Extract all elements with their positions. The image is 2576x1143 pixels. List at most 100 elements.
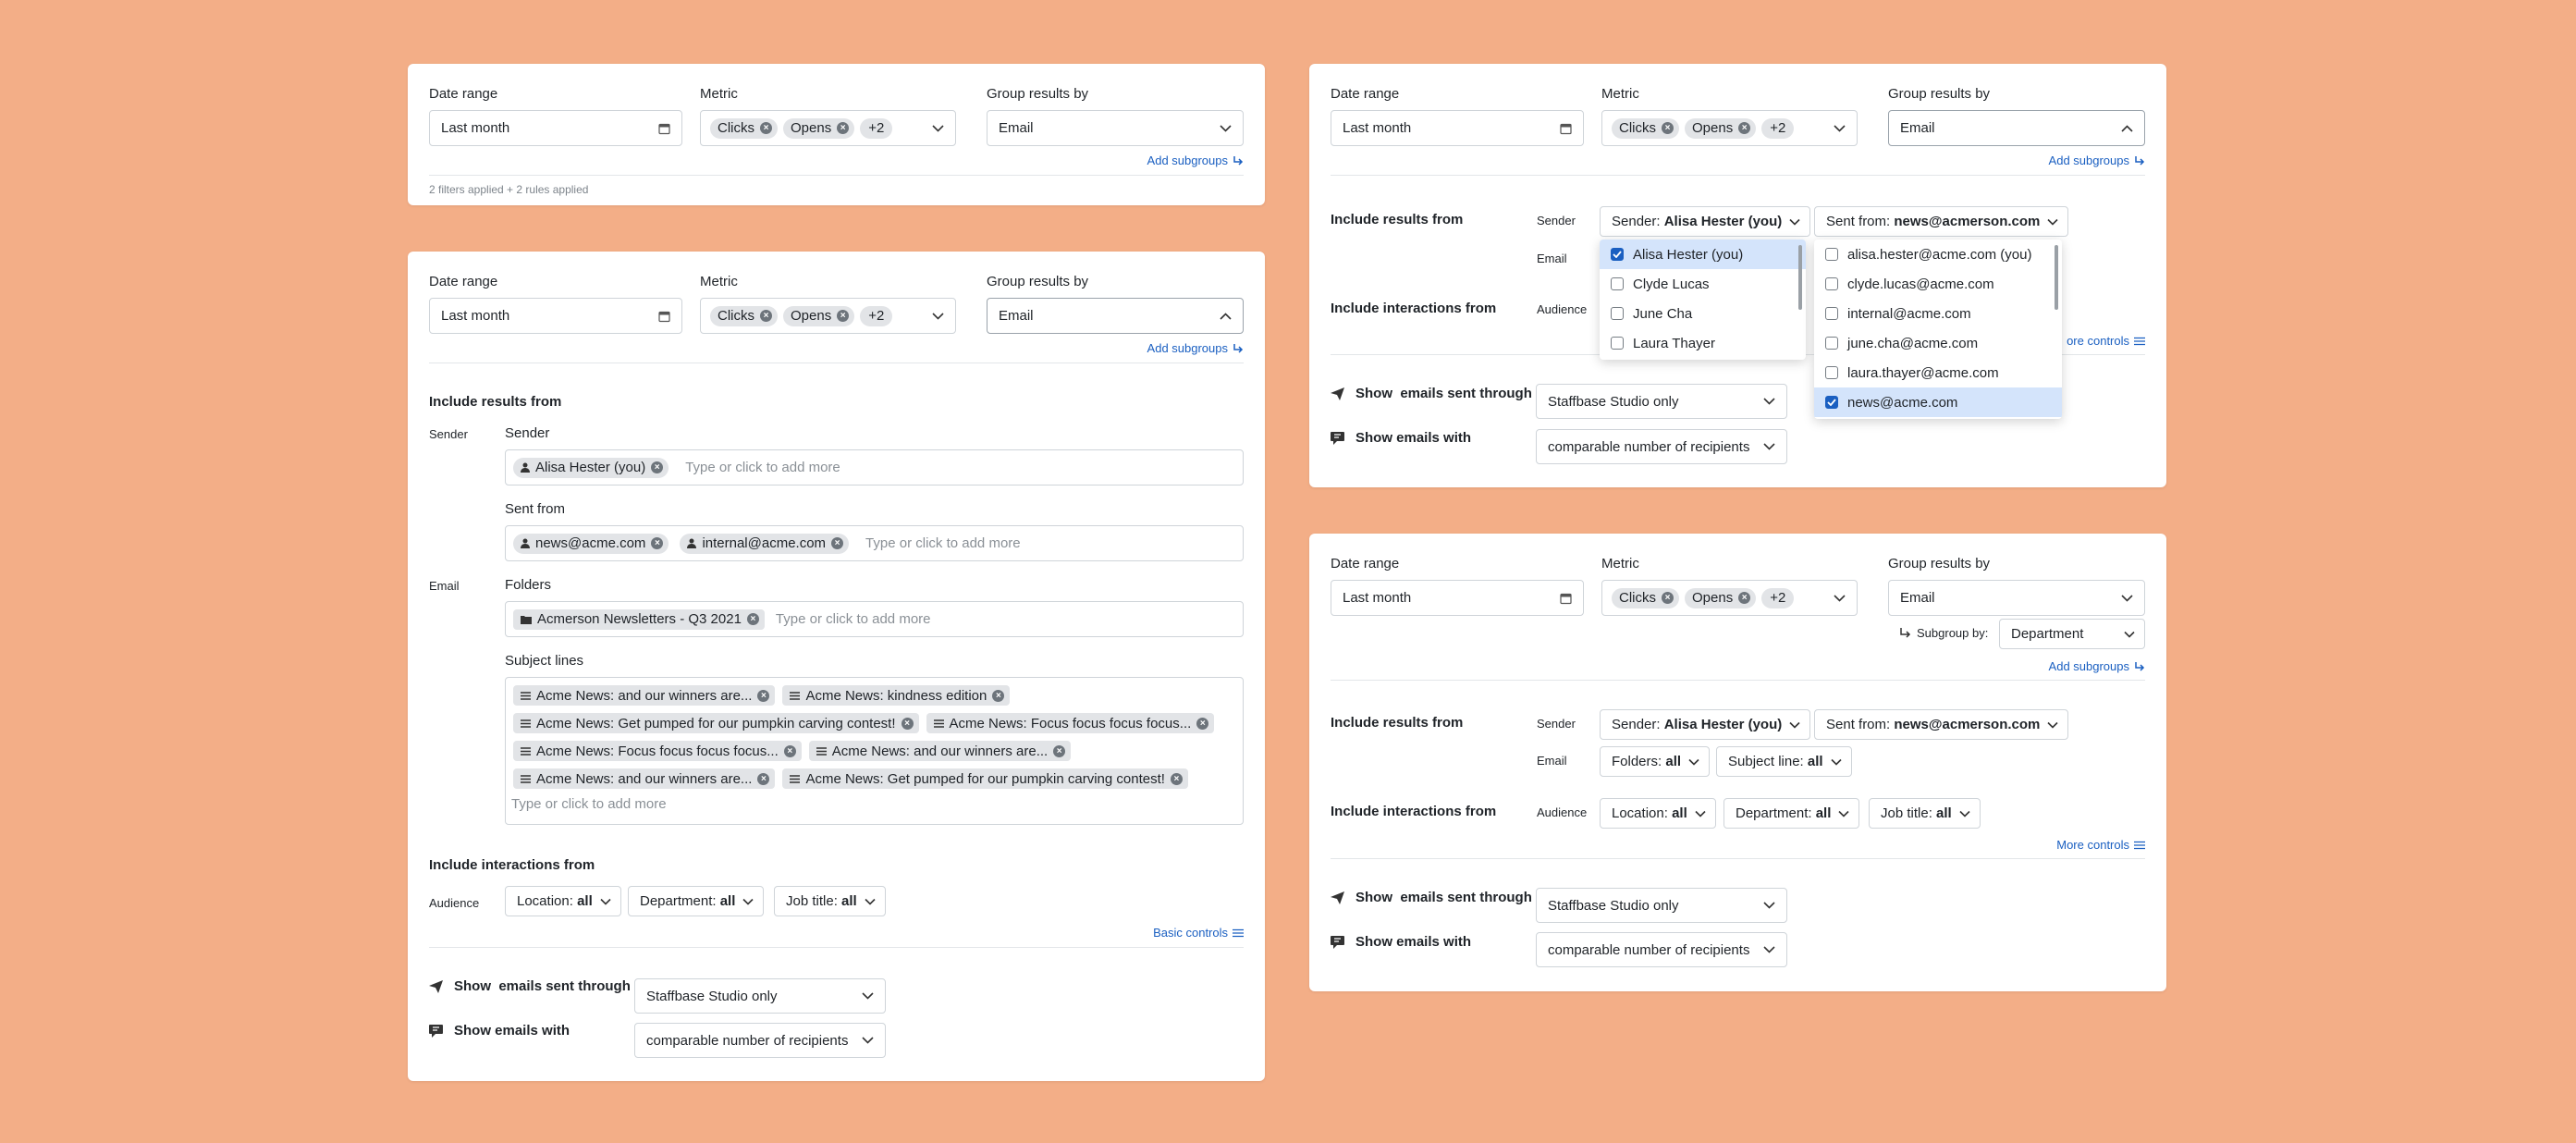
metric-more-badge[interactable]: +2	[860, 305, 893, 326]
remove-icon[interactable]: ×	[783, 744, 796, 757]
sent-from-option[interactable]: news@acme.com	[1814, 387, 2062, 417]
metric-chip[interactable]: Clicks ×	[1612, 587, 1679, 608]
location-filter[interactable]: Location: all	[1600, 798, 1716, 829]
remove-icon[interactable]: ×	[837, 310, 850, 322]
subgroup-icon	[2135, 661, 2145, 671]
metric-select[interactable]: Clicks × Opens × +2	[700, 298, 956, 334]
add-subgroups-link[interactable]: Add subgroups	[1147, 341, 1244, 355]
remove-icon[interactable]: ×	[746, 613, 759, 625]
remove-icon[interactable]: ×	[757, 689, 770, 702]
metric-select[interactable]: Clicks × Opens × +2	[700, 110, 956, 146]
sent-from-chip[interactable]: internal@acme.com ×	[680, 533, 850, 554]
job-title-filter[interactable]: Job title: all	[774, 886, 886, 916]
sent-from-filter[interactable]: Sent from: news@acmerson.com	[1814, 709, 2069, 740]
group-by-select[interactable]: Email	[1888, 580, 2145, 616]
remove-icon[interactable]: ×	[1170, 772, 1183, 785]
remove-icon[interactable]: ×	[1662, 122, 1674, 134]
emails-with-select[interactable]: comparable number of recipients	[1536, 932, 1787, 967]
send-tool-select[interactable]: Staffbase Studio only	[1536, 384, 1787, 419]
basic-controls-link[interactable]: Basic controls	[1153, 926, 1244, 940]
metric-chip[interactable]: Opens ×	[1685, 117, 1757, 139]
remove-icon[interactable]: ×	[651, 461, 664, 473]
subgroup-select[interactable]: Department	[1999, 619, 2145, 649]
subject-chip[interactable]: Acme News: and our winners are... ×	[513, 768, 776, 789]
sent-from-option[interactable]: internal@acme.com	[1814, 299, 2062, 328]
remove-icon[interactable]: ×	[992, 689, 1005, 702]
subject-chip[interactable]: Acme News: and our winners are... ×	[513, 685, 776, 706]
add-subgroups-link[interactable]: Add subgroups	[1147, 154, 1244, 167]
department-filter[interactable]: Department: all	[1723, 798, 1860, 829]
remove-icon[interactable]: ×	[760, 122, 772, 134]
more-controls-link[interactable]: More controls	[2056, 838, 2145, 852]
subject-chip[interactable]: Acme News: and our winners are... ×	[808, 741, 1072, 761]
metric-more-badge[interactable]: +2	[1761, 587, 1795, 608]
remove-icon[interactable]: ×	[651, 537, 664, 549]
subject-chip[interactable]: Acme News: kindness edition ×	[782, 685, 1011, 706]
send-tool-select[interactable]: Staffbase Studio only	[634, 978, 886, 1014]
date-range-input[interactable]: Last month	[1331, 110, 1584, 146]
subject-lines-tag-input[interactable]: Acme News: and our winners are... × Acme …	[505, 677, 1244, 825]
sender-option[interactable]: Clyde Lucas	[1600, 269, 1806, 299]
sender-filter[interactable]: Sender: Alisa Hester (you)	[1600, 206, 1811, 237]
remove-icon[interactable]: ×	[1738, 122, 1751, 134]
remove-icon[interactable]: ×	[831, 537, 844, 549]
sent-from-option[interactable]: alisa.hester@acme.com (you)	[1814, 240, 2062, 269]
add-subgroups-link[interactable]: Add subgroups	[2049, 659, 2145, 673]
sender-option[interactable]: Alisa Hester (you)	[1600, 240, 1806, 269]
folders-filter[interactable]: Folders: all	[1600, 746, 1711, 777]
sent-from-filter[interactable]: Sent from: news@acmerson.com	[1814, 206, 2069, 237]
date-range-input[interactable]: Last month	[429, 298, 682, 334]
subject-chip[interactable]: Acme News: Focus focus focus focus... ×	[513, 741, 802, 761]
sent-from-chip[interactable]: news@acme.com ×	[513, 533, 669, 554]
subject-line-filter[interactable]: Subject line: all	[1716, 746, 1852, 777]
metric-more-badge[interactable]: +2	[1761, 117, 1795, 139]
remove-icon[interactable]: ×	[901, 717, 914, 730]
send-tool-select[interactable]: Staffbase Studio only	[1536, 888, 1787, 923]
remove-icon[interactable]: ×	[1662, 592, 1674, 604]
more-controls-link[interactable]: ore controls	[2067, 334, 2145, 348]
emails-with-select[interactable]: comparable number of recipients	[1536, 429, 1787, 464]
sent-from-option[interactable]: clyde.lucas@acme.com	[1814, 269, 2062, 299]
subject-chip[interactable]: Acme News: Get pumped for our pumpkin ca…	[513, 713, 919, 733]
metric-chip[interactable]: Opens ×	[1685, 587, 1757, 608]
date-range-input[interactable]: Last month	[429, 110, 682, 146]
remove-icon[interactable]: ×	[837, 122, 850, 134]
group-by-select[interactable]: Email	[987, 298, 1244, 334]
subject-chip[interactable]: Acme News: Get pumped for our pumpkin ca…	[782, 768, 1188, 789]
folder-chip[interactable]: Acmerson Newsletters - Q3 2021 ×	[513, 608, 765, 630]
metric-more-badge[interactable]: +2	[860, 117, 893, 139]
metric-chip[interactable]: Clicks ×	[710, 117, 778, 139]
sender-chip[interactable]: Alisa Hester (you) ×	[513, 457, 669, 478]
metric-select[interactable]: Clicks × Opens × +2	[1601, 110, 1858, 146]
scrollbar[interactable]	[1798, 245, 1802, 310]
subject-chip[interactable]: Acme News: Focus focus focus focus... ×	[926, 713, 1215, 733]
group-by-select[interactable]: Email	[1888, 110, 2145, 146]
remove-icon[interactable]: ×	[757, 772, 770, 785]
metric-chip[interactable]: Opens ×	[783, 305, 855, 326]
sent-from-tag-input[interactable]: news@acme.com × internal@acme.com × Type o…	[505, 525, 1244, 561]
sent-from-option[interactable]: laura.thayer@acme.com	[1814, 358, 2062, 387]
remove-icon[interactable]: ×	[760, 310, 772, 322]
sender-tag-input[interactable]: Alisa Hester (you) × Type or click to add…	[505, 449, 1244, 485]
sender-filter[interactable]: Sender: Alisa Hester (you)	[1600, 709, 1811, 740]
metric-chip[interactable]: Clicks ×	[1612, 117, 1679, 139]
metric-chip[interactable]: Clicks ×	[710, 305, 778, 326]
remove-icon[interactable]: ×	[1738, 592, 1751, 604]
job-title-filter[interactable]: Job title: all	[1869, 798, 1981, 829]
group-by-label: Group results by	[1888, 86, 1991, 102]
metric-select[interactable]: Clicks × Opens × +2	[1601, 580, 1858, 616]
remove-icon[interactable]: ×	[1053, 744, 1066, 757]
scrollbar[interactable]	[2055, 245, 2058, 310]
date-range-input[interactable]: Last month	[1331, 580, 1584, 616]
sent-from-option[interactable]: june.cha@acme.com	[1814, 328, 2062, 358]
department-filter[interactable]: Department: all	[628, 886, 765, 916]
sender-option[interactable]: June Cha	[1600, 299, 1806, 328]
location-filter[interactable]: Location: all	[505, 886, 621, 916]
folders-tag-input[interactable]: Acmerson Newsletters - Q3 2021 × Type or …	[505, 601, 1244, 637]
group-by-select[interactable]: Email	[987, 110, 1244, 146]
emails-with-select[interactable]: comparable number of recipients	[634, 1023, 886, 1058]
add-subgroups-link[interactable]: Add subgroups	[2049, 154, 2145, 167]
sender-option[interactable]: Laura Thayer	[1600, 328, 1806, 358]
metric-chip[interactable]: Opens ×	[783, 117, 855, 139]
remove-icon[interactable]: ×	[1196, 717, 1209, 730]
